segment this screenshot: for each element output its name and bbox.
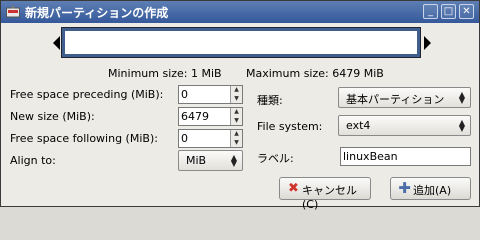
partition-type-combobox[interactable]: 基本パーティション ▲ ▼ — [338, 87, 471, 108]
file-system-value: ext4 — [346, 119, 371, 132]
align-to-combobox[interactable]: MiB ▲ ▼ — [178, 150, 243, 171]
free-space-following-value: 0 — [181, 132, 188, 145]
minimize-button[interactable]: _ — [423, 4, 438, 19]
add-button[interactable]: ✚ 追加(A) — [390, 177, 471, 200]
new-size-value: 6479 — [181, 110, 209, 123]
left-resize-handle[interactable] — [53, 36, 60, 50]
combo-arrows-icon: ▲ ▼ — [458, 90, 465, 105]
file-system-combobox[interactable]: ext4 ▲ ▼ — [338, 115, 471, 136]
maximize-button[interactable]: □ — [441, 4, 456, 19]
cancel-icon: ✖ — [288, 181, 299, 196]
free-space-preceding-value: 0 — [181, 88, 188, 101]
window-title: 新規パーティションの作成 — [25, 6, 169, 20]
spin-up-icon[interactable]: ▲ — [231, 130, 242, 138]
spin-up-icon[interactable]: ▲ — [231, 108, 242, 116]
partition-bar-fill — [65, 31, 417, 54]
partition-resizer[interactable] — [53, 27, 431, 59]
spin-down-icon[interactable]: ▼ — [231, 139, 242, 147]
free-space-preceding-spinbutton[interactable]: 0 ▲ ▼ — [178, 85, 243, 104]
new-size-label: New size (MiB): — [10, 110, 95, 123]
spin-buttons: ▲ ▼ — [230, 86, 242, 103]
volume-label-label: ラベル: — [257, 152, 294, 165]
spin-up-icon[interactable]: ▲ — [231, 86, 242, 94]
combo-arrows-icon: ▲ ▼ — [230, 153, 237, 168]
spin-down-icon[interactable]: ▼ — [231, 95, 242, 103]
title-bar[interactable]: 新規パーティションの作成 _ □ ✕ — [1, 1, 479, 23]
partition-type-value: 基本パーティション — [346, 93, 445, 106]
cancel-button-label: キャンセル(C) — [302, 184, 357, 211]
combo-arrows-icon: ▲ ▼ — [458, 118, 465, 133]
free-space-following-label: Free space following (MiB): — [10, 132, 158, 145]
cancel-button[interactable]: ✖ キャンセル(C) — [279, 177, 371, 211]
volume-label-input[interactable]: linuxBean — [340, 147, 471, 166]
spin-down-icon[interactable]: ▼ — [231, 117, 242, 125]
right-resize-handle[interactable] — [424, 36, 431, 50]
maximum-size-label: Maximum size: 6479 MiB — [246, 67, 384, 80]
app-icon — [6, 5, 20, 18]
close-button[interactable]: ✕ — [459, 4, 474, 19]
partition-bar[interactable] — [61, 27, 421, 58]
dialog-window: 新規パーティションの作成 _ □ ✕ Minimum size: 1 MiB M… — [0, 0, 480, 211]
add-button-label: 追加(A) — [413, 184, 452, 197]
partition-type-label: 種類: — [257, 94, 283, 107]
minimum-size-label: Minimum size: 1 MiB — [108, 67, 222, 80]
align-to-label: Align to: — [10, 154, 56, 167]
file-system-label: File system: — [257, 120, 323, 133]
spin-buttons: ▲ ▼ — [230, 130, 242, 147]
new-size-spinbutton[interactable]: 6479 ▲ ▼ — [178, 107, 243, 126]
volume-label-value: linuxBean — [343, 150, 398, 163]
align-to-value: MiB — [186, 154, 207, 167]
free-space-following-spinbutton[interactable]: 0 ▲ ▼ — [178, 129, 243, 148]
add-icon: ✚ — [398, 179, 411, 197]
spin-buttons: ▲ ▼ — [230, 108, 242, 125]
free-space-preceding-label: Free space preceding (MiB): — [10, 88, 164, 101]
